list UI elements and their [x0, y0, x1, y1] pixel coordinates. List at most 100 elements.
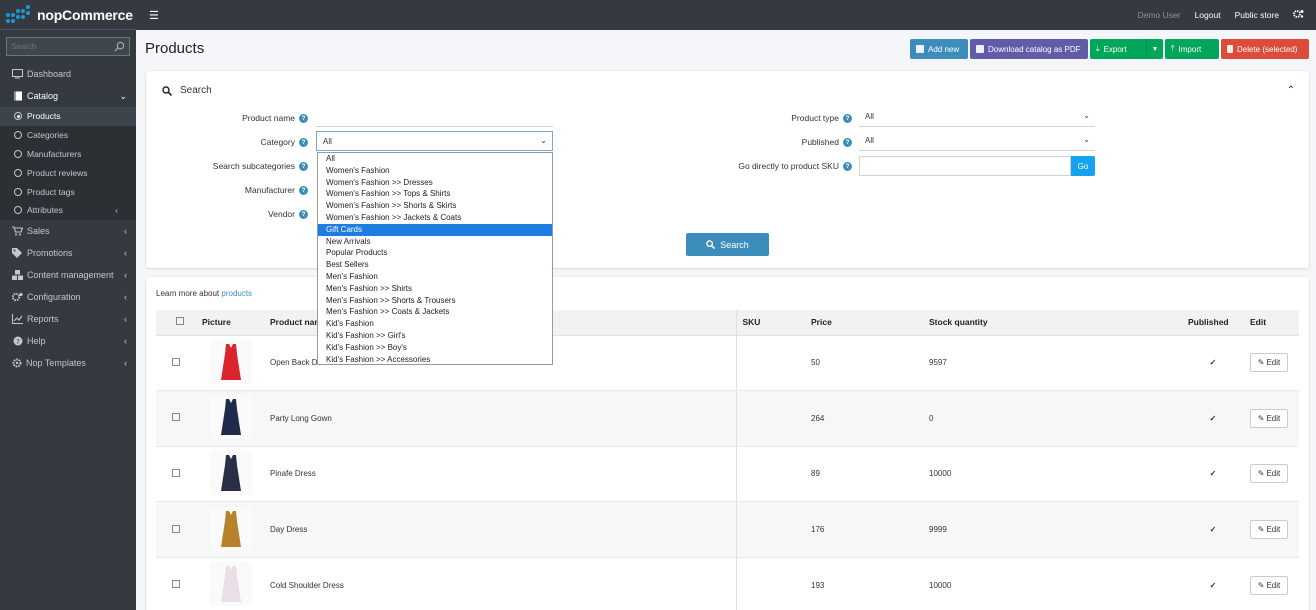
category-option[interactable]: Kid's Fashion >> Girl's: [318, 330, 552, 342]
hamburger-menu-icon[interactable]: ☰: [149, 9, 159, 22]
help-icon[interactable]: ?: [843, 137, 852, 147]
sidebar-item-promotions[interactable]: Promotions ‹: [0, 242, 136, 264]
column-header-picture[interactable]: Picture: [196, 310, 264, 336]
edit-button[interactable]: ✎ Edit: [1250, 353, 1288, 373]
sidebar-item-dashboard[interactable]: Dashboard: [0, 63, 136, 85]
sidebar-item-catalog[interactable]: Catalog ⌄: [0, 85, 136, 107]
chevron-left-icon: ‹: [124, 225, 127, 236]
published-select[interactable]: All ⌄: [859, 131, 1095, 151]
category-option[interactable]: Gift Cards: [318, 223, 552, 236]
help-icon[interactable]: ?: [843, 113, 852, 123]
category-option[interactable]: Men's Fashion >> Shirts: [318, 283, 552, 295]
category-option[interactable]: Women's Fashion >> Jackets & Coats: [318, 212, 552, 224]
category-option[interactable]: Men's Fashion >> Coats & Jackets: [318, 306, 552, 318]
category-option[interactable]: Popular Products: [318, 247, 552, 259]
export-split-button: ⤓ Export ▼: [1090, 39, 1163, 59]
column-header-published[interactable]: Published: [1182, 310, 1244, 336]
help-icon[interactable]: ?: [299, 113, 308, 123]
sidebar-search[interactable]: [6, 37, 130, 56]
import-button[interactable]: ⤒ Import: [1165, 39, 1219, 59]
sidebar-subitem-attributes[interactable]: Attributes ‹: [0, 200, 136, 220]
category-option[interactable]: New Arrivals: [318, 236, 552, 248]
chevron-up-icon[interactable]: ⌃: [1287, 85, 1295, 96]
row-select-cell: [156, 501, 196, 558]
row-checkbox[interactable]: [172, 580, 180, 589]
column-header-price[interactable]: Price: [805, 310, 923, 336]
published-check-icon: ✓: [1182, 390, 1244, 447]
sidebar-item-nop-templates[interactable]: Nop Templates ‹: [0, 352, 136, 374]
product-name-label: Product name?: [148, 113, 308, 123]
edit-button[interactable]: ✎ Edit: [1250, 575, 1288, 595]
category-option[interactable]: Women's Fashion >> Tops & Shirts: [318, 188, 552, 200]
sidebar-subitem-manufacturers[interactable]: Manufacturers: [0, 144, 136, 164]
sidebar-subitem-categories[interactable]: Categories: [0, 125, 136, 145]
sidebar-item-sales[interactable]: Sales ‹: [0, 220, 136, 242]
export-button[interactable]: ⤓ Export: [1090, 39, 1146, 59]
edit-button[interactable]: ✎ Edit: [1250, 408, 1288, 428]
public-store-link[interactable]: Public store: [1235, 10, 1279, 20]
category-option[interactable]: Men's Fashion: [318, 271, 552, 283]
sidebar-subitem-product-tags[interactable]: Product tags: [0, 182, 136, 201]
sidebar-subitem-products[interactable]: Products: [0, 107, 136, 126]
select-all-checkbox[interactable]: [176, 317, 184, 326]
row-checkbox[interactable]: [172, 524, 180, 533]
book-icon: [12, 91, 23, 102]
circle-icon: [14, 187, 22, 196]
help-icon[interactable]: ?: [299, 209, 308, 219]
column-header-stock[interactable]: Stock quantity: [923, 310, 1182, 336]
category-option[interactable]: Women's Fashion >> Shorts & Skirts: [318, 200, 552, 212]
help-icon[interactable]: ?: [843, 161, 852, 171]
column-header-sku[interactable]: SKU: [735, 310, 805, 336]
monitor-icon: [12, 69, 23, 80]
sidebar-item-reports[interactable]: Reports ‹: [0, 308, 136, 330]
category-option[interactable]: Best Sellers: [318, 259, 552, 271]
edit-button[interactable]: ✎ Edit: [1250, 464, 1288, 484]
logout-link[interactable]: Logout: [1195, 10, 1221, 20]
help-icon[interactable]: ?: [299, 185, 308, 195]
help-icon[interactable]: ?: [299, 137, 308, 147]
label-text: Product name: [242, 113, 295, 123]
category-option[interactable]: Kid's Fashion: [318, 318, 552, 330]
picture-cell: [196, 557, 264, 610]
export-dropdown-toggle[interactable]: ▼: [1146, 39, 1163, 59]
learn-more-link[interactable]: products: [221, 289, 252, 298]
go-sku-button[interactable]: Go: [1071, 156, 1095, 176]
sidebar-item-label: Nop Templates: [26, 357, 86, 368]
product-type-select[interactable]: All ⌄: [859, 107, 1095, 127]
category-option[interactable]: Women's Fashion: [318, 165, 552, 177]
sidebar-search-input[interactable]: [11, 42, 114, 51]
brand-logo[interactable]: nopCommerce: [0, 0, 136, 30]
sku-input[interactable]: [859, 156, 1071, 176]
row-checkbox[interactable]: [172, 413, 180, 422]
caret-down-icon: ▼: [1151, 45, 1159, 53]
product-name-input[interactable]: [316, 107, 553, 127]
sidebar-item-help[interactable]: ? Help ‹: [0, 330, 136, 352]
search-icon[interactable]: [114, 41, 125, 52]
pencil-icon: ✎: [1257, 469, 1265, 479]
current-user: Demo User: [1137, 10, 1181, 20]
nopcommerce-logo-icon: [6, 4, 34, 25]
category-select[interactable]: All ⌄: [316, 131, 553, 151]
category-option[interactable]: Men's Fashion >> Shorts & Trousers: [318, 295, 552, 307]
help-icon[interactable]: ?: [299, 161, 308, 171]
row-checkbox[interactable]: [172, 357, 180, 366]
edit-button[interactable]: ✎ Edit: [1250, 520, 1288, 540]
circle-icon: [14, 112, 22, 121]
sidebar-item-configuration[interactable]: Configuration ‹: [0, 286, 136, 308]
sidebar-item-label: Configuration: [27, 291, 81, 302]
add-new-button[interactable]: Add new: [910, 39, 968, 59]
sidebar-subitem-product-reviews[interactable]: Product reviews: [0, 163, 136, 183]
sidebar-item-content-management[interactable]: Content management ‹: [0, 264, 136, 286]
delete-selected-button[interactable]: Delete (selected): [1221, 39, 1309, 59]
category-option[interactable]: Women's Fashion >> Dresses: [318, 177, 552, 189]
row-checkbox[interactable]: [172, 468, 180, 477]
download-pdf-button[interactable]: Download catalog as PDF: [970, 39, 1088, 59]
edit-label: Edit: [1266, 469, 1281, 479]
category-dropdown-list[interactable]: All Women's Fashion Women's Fashion >> Dre…: [317, 152, 553, 365]
search-button[interactable]: Search: [686, 233, 769, 256]
category-option[interactable]: Kid's Fashion >> Accessories: [318, 354, 552, 364]
search-panel-header[interactable]: Search: [162, 85, 212, 96]
settings-gears-icon[interactable]: [1293, 9, 1304, 21]
category-option[interactable]: All: [318, 153, 552, 165]
category-option[interactable]: Kid's Fashion >> Boy's: [318, 342, 552, 354]
